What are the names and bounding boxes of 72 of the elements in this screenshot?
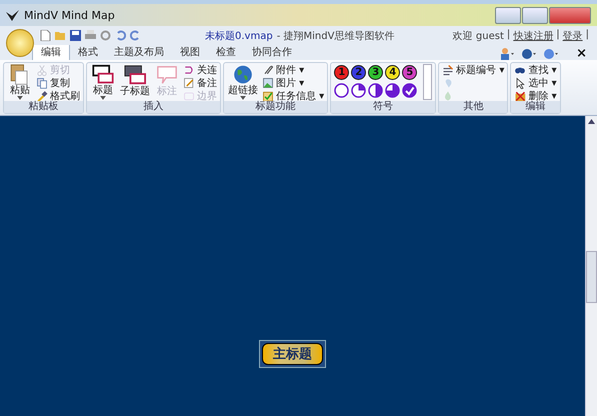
relation-icon — [183, 64, 195, 76]
group-label: 插入 — [87, 101, 220, 113]
print-icon[interactable] — [85, 30, 96, 41]
delete-icon — [514, 90, 526, 102]
globe-icon — [231, 64, 255, 86]
gear-icon[interactable] — [100, 30, 111, 41]
window-title: MindV Mind Map — [24, 8, 115, 22]
priority-badge[interactable]: 4 — [385, 65, 400, 80]
undo-icon[interactable] — [115, 30, 126, 41]
ribbon-tab[interactable]: 格式 — [70, 44, 106, 60]
app-menu-button[interactable] — [6, 29, 34, 57]
maximize-button[interactable] — [522, 6, 548, 24]
group-label: 编辑 — [511, 101, 560, 113]
cursor-icon — [514, 77, 526, 89]
three-quarter-pie-icon[interactable] — [385, 83, 400, 98]
note-button[interactable]: 备注 — [183, 77, 217, 89]
user-icon[interactable] — [500, 48, 514, 60]
attachment-button[interactable]: 附件 ▾ — [262, 64, 324, 76]
ribbon-tab[interactable]: 主题及布局 — [106, 44, 172, 60]
app-logo-icon — [6, 10, 19, 20]
scroll-bar[interactable] — [423, 64, 432, 100]
quarter-pie-icon[interactable] — [351, 83, 366, 98]
copy-button[interactable]: 复制 — [36, 77, 80, 89]
separator: | — [506, 28, 510, 42]
separator: | — [586, 28, 589, 42]
relation-button[interactable]: 关连 — [183, 64, 217, 76]
separator: | — [556, 28, 560, 42]
priority-badge[interactable]: 3 — [368, 65, 384, 80]
priority-badge[interactable]: 1 — [334, 65, 350, 80]
group-label: 标题功能 — [224, 101, 328, 113]
boundary-icon — [183, 90, 195, 102]
group-label: 其他 — [439, 101, 508, 113]
welcome-text: 欢迎 guest — [452, 30, 504, 42]
close-ribbon-button[interactable]: × — [576, 47, 587, 60]
app-name: - 捷翔MindV思维导图软件 — [276, 30, 394, 42]
check-circle-icon[interactable] — [402, 83, 418, 98]
ribbon-tab[interactable]: 视图 — [172, 44, 208, 60]
paste-button[interactable]: 粘贴 — [7, 64, 33, 100]
main-topic[interactable]: 主标题 — [262, 343, 323, 365]
priority-badge[interactable]: 5 — [402, 65, 418, 80]
topic-button[interactable]: 标题 — [90, 64, 116, 100]
minimize-button[interactable] — [495, 6, 521, 24]
image-icon — [262, 77, 274, 89]
group-label: 粘贴板 — [4, 101, 83, 113]
new-file-icon[interactable] — [40, 30, 51, 41]
image-button[interactable]: 图片 ▾ — [262, 77, 324, 89]
redo-icon[interactable] — [130, 30, 141, 41]
hyperlink-button[interactable]: 超链接 — [227, 64, 259, 100]
account-link[interactable]: 快速注册 — [513, 28, 554, 42]
select-button[interactable]: 选中 ▾ — [514, 77, 557, 89]
format-painter-button[interactable]: 格式刷 — [36, 90, 80, 102]
save-icon[interactable] — [70, 30, 81, 41]
close-button[interactable] — [549, 6, 591, 24]
half-pie-icon[interactable] — [368, 83, 384, 98]
scroll-bar[interactable] — [585, 116, 597, 416]
globe-icon[interactable] — [522, 48, 536, 60]
ribbon-tab[interactable]: 检查 — [208, 44, 244, 60]
document-name: 未标题0.vmap — [205, 30, 273, 42]
paperclip-icon — [262, 64, 274, 76]
scissors-icon — [36, 64, 48, 76]
find-button[interactable]: 查找 ▾ — [514, 64, 557, 76]
ribbon-tab[interactable]: 协同合作 — [244, 44, 300, 60]
help-icon[interactable] — [544, 48, 558, 60]
brush-icon — [36, 90, 48, 102]
numbering-button[interactable]: 标题编号 ▾ — [442, 64, 504, 76]
copy-icon — [36, 77, 48, 89]
checkbox-icon — [262, 90, 274, 102]
group-label: 符号 — [331, 101, 436, 113]
subtopic-button[interactable]: 子标题 — [119, 64, 151, 100]
pencil-icon — [183, 77, 195, 89]
numbering-icon — [442, 64, 454, 76]
account-link[interactable]: 登录 — [562, 28, 583, 42]
